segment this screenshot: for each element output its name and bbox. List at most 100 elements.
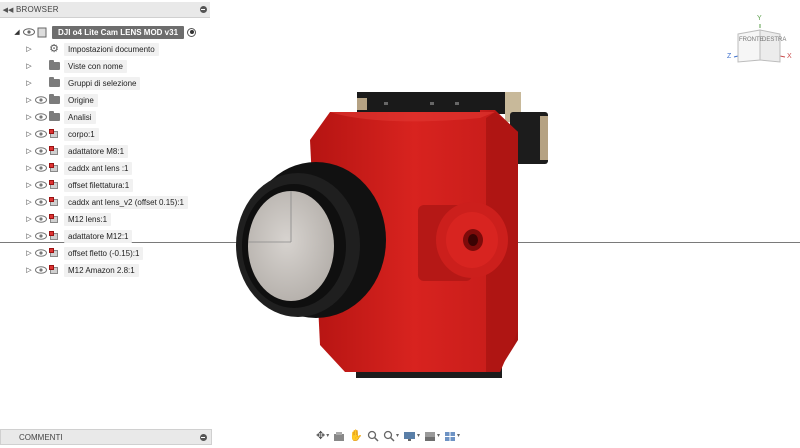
tree-item-label[interactable]: Viste con nome [64,59,127,73]
expand-right-icon[interactable]: ▷ [24,163,34,173]
tree-item-label[interactable]: corpo:1 [64,127,99,141]
tree-item-label[interactable]: adattatore M8:1 [64,144,129,158]
folder-icon [48,77,60,89]
tree-item-label[interactable]: caddx ant lens :1 [64,161,133,175]
tree-item-label[interactable]: offset filettatura:1 [64,178,134,192]
expand-right-icon[interactable]: ▷ [24,129,34,139]
eye-icon[interactable] [34,95,48,105]
tree-item[interactable]: ▷ caddx ant lens_v2 (offset 0.15):1 [24,194,188,210]
browser-close-button[interactable] [196,3,210,17]
root-label[interactable]: DJI o4 Lite Cam LENS MOD v31 [52,25,185,39]
collapse-panel-icon[interactable]: ◀◀ [0,6,16,14]
expand-down-icon[interactable]: ◢ [12,27,22,37]
tree-item-label[interactable]: M12 lens:1 [64,212,112,226]
zoom-window-icon[interactable]: ▾ [382,430,400,443]
tree-root[interactable]: ◢ DJI o4 Lite Cam LENS MOD v31 [12,24,197,40]
lens-assembly [236,162,386,318]
expand-right-icon[interactable]: ▷ [24,214,34,224]
tree-item-label[interactable]: adattatore M12:1 [64,229,133,243]
expand-right-icon[interactable]: ▷ [24,44,34,54]
expand-right-icon[interactable]: ▷ [24,95,34,105]
pan-icon[interactable]: ✋ [348,430,364,443]
visual-style-icon[interactable]: ▾ [423,430,441,443]
comments-toggle-button[interactable] [195,433,211,441]
tree-item-label[interactable]: Analisi [64,110,96,124]
component-icon [48,162,60,174]
eye-icon[interactable] [34,146,48,156]
eye-icon[interactable] [34,163,48,173]
cube-face-front[interactable]: FRONTE [739,37,764,43]
axis-z-label: Z [727,53,732,60]
tree-item[interactable]: ▷ Analisi [24,109,96,125]
display-settings-icon[interactable]: ▾ [402,430,421,443]
tree-item[interactable]: ▷ offset fletto (-0.15):1 [24,245,144,261]
component-icon [48,230,60,242]
comments-title: COMMENTI [19,432,63,442]
minus-circle-icon [199,6,207,13]
tree-item[interactable]: ▷ Viste con nome [24,58,127,74]
expand-right-icon[interactable]: ▷ [24,197,34,207]
tree-item[interactable]: ▷ caddx ant lens :1 [24,160,133,176]
tree-item-label[interactable]: caddx ant lens_v2 (offset 0.15):1 [64,195,188,209]
eye-icon[interactable] [34,265,48,275]
expand-right-icon[interactable]: ▷ [24,231,34,241]
axis-y-label: Y [757,15,762,22]
tree-item[interactable]: ▷ Origine [24,92,98,108]
expand-right-icon[interactable]: ▷ [24,248,34,258]
look-at-icon[interactable] [332,430,346,443]
component-icon [48,213,60,225]
navigation-toolbar: ✥ ▾ ✋ ▾ ▾ ▾ ▾ [315,429,461,443]
tree-item-label[interactable]: Origine [64,93,98,107]
folder-icon [48,94,60,106]
browser-panel-header[interactable]: ◀◀ BROWSER [0,2,210,18]
eye-icon[interactable] [34,197,48,207]
view-cube[interactable]: Y Z X FRONTE DESTRA [724,15,794,70]
tree-item-label[interactable]: M12 Amazon 2.8:1 [64,263,139,277]
expand-right-icon[interactable]: ▷ [24,180,34,190]
eye-icon[interactable] [34,112,48,122]
expand-right-icon[interactable]: ▷ [24,112,34,122]
eye-icon[interactable] [22,27,36,37]
tree-item[interactable]: ▷ M12 lens:1 [24,211,112,227]
eye-icon[interactable] [34,129,48,139]
tree-item[interactable]: ▷ M12 Amazon 2.8:1 [24,262,139,278]
component-icon [48,145,60,157]
folder-icon [48,60,60,72]
tree-item[interactable]: ▷ adattatore M8:1 [24,143,129,159]
component-icon [48,264,60,276]
tree-item[interactable]: ▷ adattatore M12:1 [24,228,133,244]
comments-panel[interactable]: COMMENTI [0,429,212,445]
eye-placeholder [34,78,48,88]
side-boss [418,202,508,281]
grid-icon[interactable]: ▾ [443,430,461,443]
expand-right-icon[interactable]: ▷ [24,265,34,275]
expand-right-icon[interactable]: ▷ [24,78,34,88]
eye-icon[interactable] [34,231,48,241]
axis-x-label: X [787,53,792,60]
tree-item[interactable]: ▷ ⚙ Impostazioni documento [24,41,159,57]
active-radio-icon[interactable] [187,27,197,37]
eye-placeholder [34,44,48,54]
expand-right-icon[interactable]: ▷ [24,146,34,156]
orbit-icon[interactable]: ✥ ▾ [315,430,330,443]
tree-item-label[interactable]: Impostazioni documento [64,42,159,56]
document-icon [36,26,48,38]
cube-face-right[interactable]: DESTRA [762,37,786,43]
expand-right-icon[interactable]: ▷ [24,61,34,71]
tree-item-label[interactable]: offset fletto (-0.15):1 [64,246,144,260]
component-icon [48,128,60,140]
tree-item-label[interactable]: Gruppi di selezione [64,76,141,90]
tree-item[interactable]: ▷ offset filettatura:1 [24,177,134,193]
browser-title: BROWSER [16,5,59,14]
component-icon [48,179,60,191]
eye-icon[interactable] [34,248,48,258]
plus-circle-icon [199,433,207,441]
tree-item[interactable]: ▷ corpo:1 [24,126,99,142]
component-icon [48,247,60,259]
folder-icon [48,111,60,123]
eye-icon[interactable] [34,180,48,190]
zoom-icon[interactable] [366,430,380,443]
eye-icon[interactable] [34,214,48,224]
component-icon [48,196,60,208]
tree-item[interactable]: ▷ Gruppi di selezione [24,75,141,91]
